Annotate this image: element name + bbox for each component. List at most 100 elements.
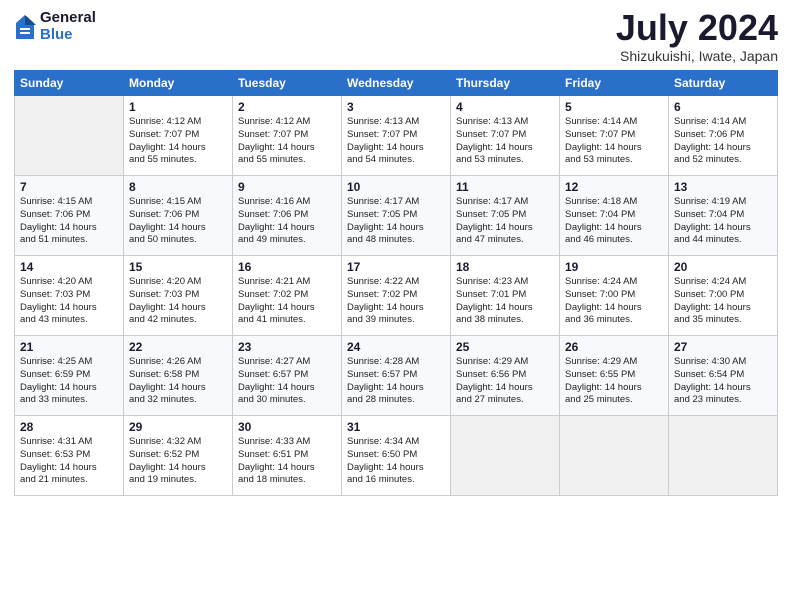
day-info: Sunrise: 4:17 AM Sunset: 7:05 PM Dayligh… (347, 196, 445, 247)
header: General Blue July 2024 Shizukuishi, Iwat… (14, 10, 778, 64)
col-sunday: Sunday (15, 71, 124, 96)
month-title: July 2024 (616, 10, 778, 46)
table-row: 11Sunrise: 4:17 AM Sunset: 7:05 PM Dayli… (451, 176, 560, 256)
day-number: 13 (674, 180, 772, 194)
day-number: 30 (238, 420, 336, 434)
calendar-week-2: 14 Sunrise: 4:20 AM Sunset: 7:03 PM Dayli… (15, 256, 778, 336)
day-info: Sunrise: 4:25 AM Sunset: 6:59 PM Dayligh… (20, 356, 118, 407)
logo-icon (14, 13, 36, 41)
day-number: 28 (20, 420, 118, 434)
day-info: Sunrise: 4:15 AM Sunset: 7:06 PM Dayligh… (20, 196, 118, 247)
day-number: 17 (347, 260, 445, 274)
table-row: 7 Sunrise: 4:15 AM Sunset: 7:06 PM Daylig… (15, 176, 124, 256)
table-row: 1 Sunrise: 4:12 AM Sunset: 7:07 PM Daylig… (124, 96, 233, 176)
table-row: 18Sunrise: 4:23 AM Sunset: 7:01 PM Dayli… (451, 256, 560, 336)
day-number: 8 (129, 180, 227, 194)
day-info: Sunrise: 4:12 AM Sunset: 7:07 PM Dayligh… (129, 116, 227, 167)
day-number: 6 (674, 100, 772, 114)
page: General Blue July 2024 Shizukuishi, Iwat… (0, 0, 792, 612)
col-saturday: Saturday (669, 71, 778, 96)
table-row (15, 96, 124, 176)
day-info: Sunrise: 4:30 AM Sunset: 6:54 PM Dayligh… (674, 356, 772, 407)
logo: General Blue (14, 10, 96, 43)
day-number: 5 (565, 100, 663, 114)
table-row: 12Sunrise: 4:18 AM Sunset: 7:04 PM Dayli… (560, 176, 669, 256)
table-row: 5 Sunrise: 4:14 AM Sunset: 7:07 PM Daylig… (560, 96, 669, 176)
calendar-week-0: 1 Sunrise: 4:12 AM Sunset: 7:07 PM Daylig… (15, 96, 778, 176)
day-info: Sunrise: 4:14 AM Sunset: 7:06 PM Dayligh… (674, 116, 772, 167)
col-monday: Monday (124, 71, 233, 96)
col-wednesday: Wednesday (342, 71, 451, 96)
day-info: Sunrise: 4:13 AM Sunset: 7:07 PM Dayligh… (456, 116, 554, 167)
calendar-week-3: 21 Sunrise: 4:25 AM Sunset: 6:59 PM Dayli… (15, 336, 778, 416)
day-number: 14 (20, 260, 118, 274)
table-row (560, 416, 669, 496)
table-row: 23Sunrise: 4:27 AM Sunset: 6:57 PM Dayli… (233, 336, 342, 416)
table-row: 30 Sunrise: 4:33 AM Sunset: 6:51 PM Dayli… (233, 416, 342, 496)
table-row: 2 Sunrise: 4:12 AM Sunset: 7:07 PM Daylig… (233, 96, 342, 176)
day-number: 23 (238, 340, 336, 354)
table-row: 14 Sunrise: 4:20 AM Sunset: 7:03 PM Dayli… (15, 256, 124, 336)
day-number: 21 (20, 340, 118, 354)
table-row: 28 Sunrise: 4:31 AM Sunset: 6:53 PM Dayli… (15, 416, 124, 496)
table-row: 13 Sunrise: 4:19 AM Sunset: 7:04 PM Dayli… (669, 176, 778, 256)
day-number: 7 (20, 180, 118, 194)
day-number: 16 (238, 260, 336, 274)
day-info: Sunrise: 4:31 AM Sunset: 6:53 PM Dayligh… (20, 436, 118, 487)
calendar: Sunday Monday Tuesday Wednesday Thursday… (14, 70, 778, 496)
day-info: Sunrise: 4:22 AM Sunset: 7:02 PM Dayligh… (347, 276, 445, 327)
table-row: 29Sunrise: 4:32 AM Sunset: 6:52 PM Dayli… (124, 416, 233, 496)
table-row: 24Sunrise: 4:28 AM Sunset: 6:57 PM Dayli… (342, 336, 451, 416)
day-number: 10 (347, 180, 445, 194)
day-number: 19 (565, 260, 663, 274)
calendar-week-4: 28 Sunrise: 4:31 AM Sunset: 6:53 PM Dayli… (15, 416, 778, 496)
day-info: Sunrise: 4:26 AM Sunset: 6:58 PM Dayligh… (129, 356, 227, 407)
table-row: 31Sunrise: 4:34 AM Sunset: 6:50 PM Dayli… (342, 416, 451, 496)
col-thursday: Thursday (451, 71, 560, 96)
table-row: 20 Sunrise: 4:24 AM Sunset: 7:00 PM Dayli… (669, 256, 778, 336)
table-row (669, 416, 778, 496)
table-row: 16 Sunrise: 4:21 AM Sunset: 7:02 PM Dayli… (233, 256, 342, 336)
day-info: Sunrise: 4:12 AM Sunset: 7:07 PM Dayligh… (238, 116, 336, 167)
table-row: 9Sunrise: 4:16 AM Sunset: 7:06 PM Daylig… (233, 176, 342, 256)
day-info: Sunrise: 4:33 AM Sunset: 6:51 PM Dayligh… (238, 436, 336, 487)
day-info: Sunrise: 4:19 AM Sunset: 7:04 PM Dayligh… (674, 196, 772, 247)
col-friday: Friday (560, 71, 669, 96)
day-number: 2 (238, 100, 336, 114)
calendar-header: Sunday Monday Tuesday Wednesday Thursday… (15, 71, 778, 96)
day-number: 31 (347, 420, 445, 434)
location: Shizukuishi, Iwate, Japan (616, 48, 778, 64)
table-row: 27Sunrise: 4:30 AM Sunset: 6:54 PM Dayli… (669, 336, 778, 416)
day-info: Sunrise: 4:29 AM Sunset: 6:55 PM Dayligh… (565, 356, 663, 407)
day-info: Sunrise: 4:13 AM Sunset: 7:07 PM Dayligh… (347, 116, 445, 167)
day-number: 25 (456, 340, 554, 354)
table-row: 19Sunrise: 4:24 AM Sunset: 7:00 PM Dayli… (560, 256, 669, 336)
table-row: 15Sunrise: 4:20 AM Sunset: 7:03 PM Dayli… (124, 256, 233, 336)
day-number: 4 (456, 100, 554, 114)
day-info: Sunrise: 4:14 AM Sunset: 7:07 PM Dayligh… (565, 116, 663, 167)
day-number: 26 (565, 340, 663, 354)
day-info: Sunrise: 4:20 AM Sunset: 7:03 PM Dayligh… (20, 276, 118, 327)
table-row (451, 416, 560, 496)
logo-text: General Blue (40, 10, 96, 43)
day-number: 3 (347, 100, 445, 114)
day-number: 9 (238, 180, 336, 194)
table-row: 4 Sunrise: 4:13 AM Sunset: 7:07 PM Daylig… (451, 96, 560, 176)
table-row: 10 Sunrise: 4:17 AM Sunset: 7:05 PM Dayli… (342, 176, 451, 256)
table-row: 17 Sunrise: 4:22 AM Sunset: 7:02 PM Dayli… (342, 256, 451, 336)
table-row: 25 Sunrise: 4:29 AM Sunset: 6:56 PM Dayli… (451, 336, 560, 416)
logo-blue: Blue (40, 27, 96, 44)
col-tuesday: Tuesday (233, 71, 342, 96)
day-number: 18 (456, 260, 554, 274)
day-info: Sunrise: 4:24 AM Sunset: 7:00 PM Dayligh… (674, 276, 772, 327)
day-number: 20 (674, 260, 772, 274)
day-number: 15 (129, 260, 227, 274)
day-number: 29 (129, 420, 227, 434)
logo-general: General (40, 10, 96, 27)
day-info: Sunrise: 4:15 AM Sunset: 7:06 PM Dayligh… (129, 196, 227, 247)
day-number: 1 (129, 100, 227, 114)
day-info: Sunrise: 4:29 AM Sunset: 6:56 PM Dayligh… (456, 356, 554, 407)
calendar-body: 1 Sunrise: 4:12 AM Sunset: 7:07 PM Daylig… (15, 96, 778, 496)
day-info: Sunrise: 4:21 AM Sunset: 7:02 PM Dayligh… (238, 276, 336, 327)
table-row: 26 Sunrise: 4:29 AM Sunset: 6:55 PM Dayli… (560, 336, 669, 416)
